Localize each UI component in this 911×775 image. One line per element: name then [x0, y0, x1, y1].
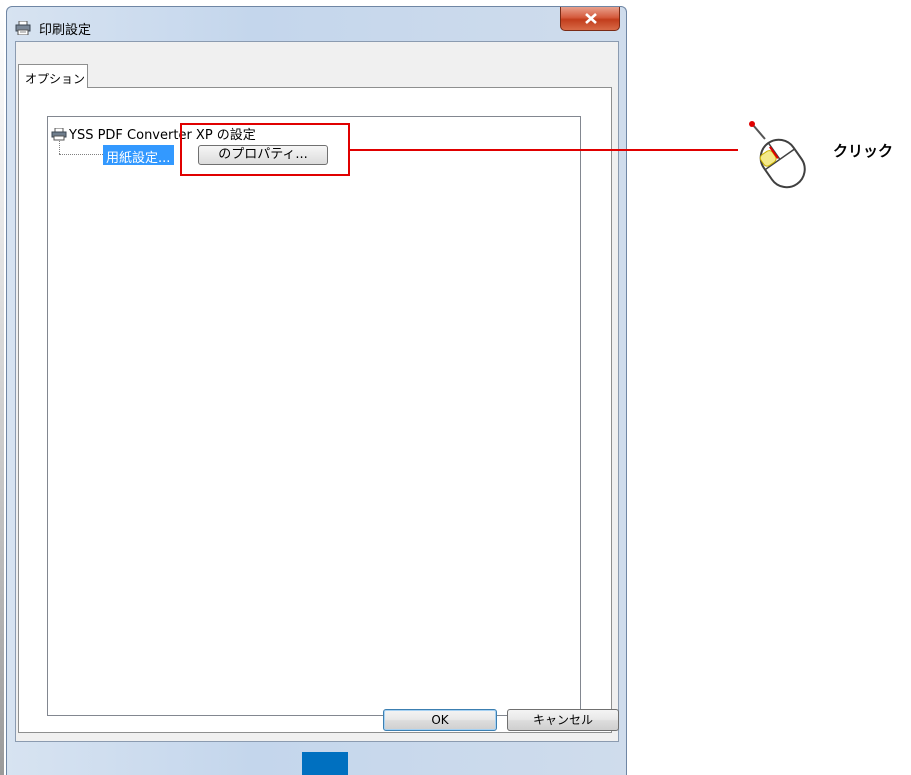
tree-item-paper-settings[interactable]: 用紙設定...	[103, 145, 175, 166]
ok-button[interactable]: OK	[383, 709, 497, 731]
mouse-icon	[743, 119, 815, 195]
title-bar[interactable]: 印刷設定	[7, 7, 626, 41]
tab-options[interactable]: オプション	[18, 64, 88, 88]
options-tab-panel: YSS PDF Converter XP の設定 用紙設定... のプロパティ.…	[18, 87, 612, 733]
click-label: クリック	[833, 142, 894, 160]
printer-icon	[15, 20, 31, 36]
tree-connector-line	[59, 154, 103, 155]
cancel-button[interactable]: キャンセル	[507, 709, 619, 731]
screen-edge-shading	[0, 0, 4, 775]
close-icon	[585, 13, 597, 24]
taskbar-marker	[302, 752, 348, 775]
settings-tree: YSS PDF Converter XP の設定 用紙設定... のプロパティ.…	[47, 116, 581, 716]
annotation-connector-line	[350, 149, 738, 151]
tree-connector-line	[59, 141, 60, 154]
print-settings-window: 印刷設定 オプション YSS PDF Converter XP の設定 用紙設定…	[6, 6, 627, 775]
close-button[interactable]	[560, 7, 620, 31]
window-title: 印刷設定	[39, 23, 92, 38]
highlight-box	[180, 123, 350, 176]
